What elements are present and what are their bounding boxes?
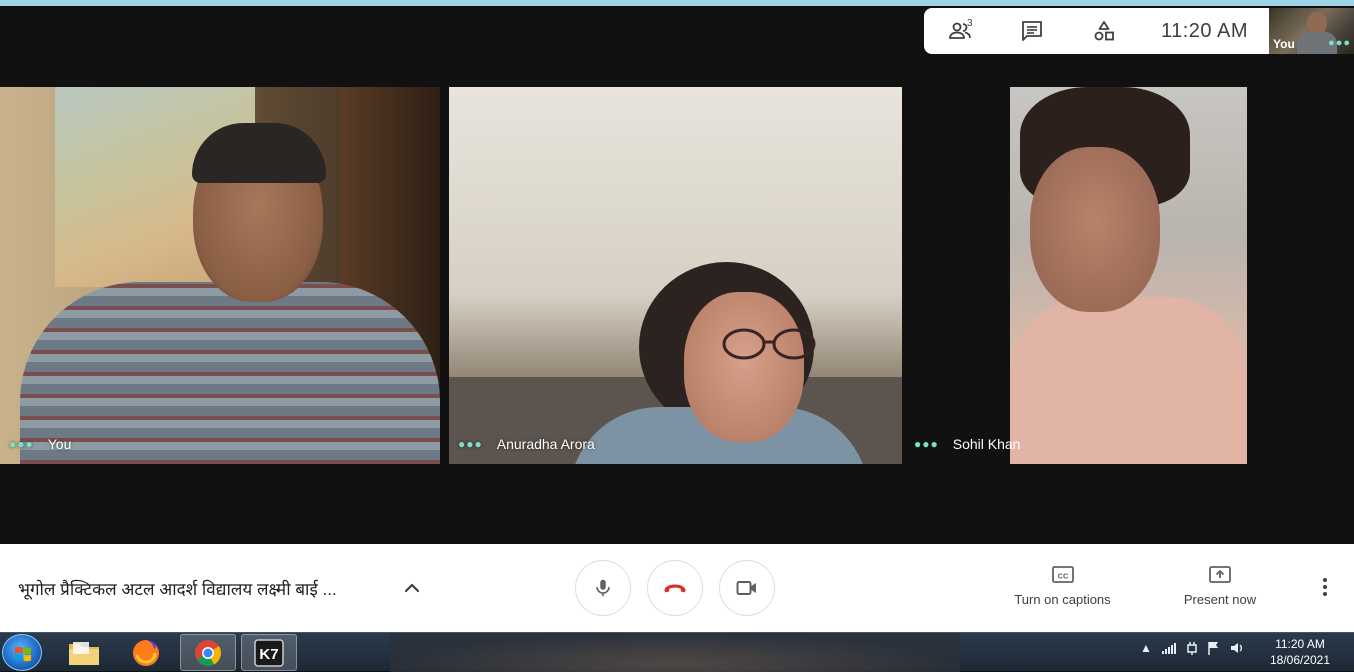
svg-text:CC: CC xyxy=(1057,572,1068,581)
tile-name-label: ●●● Sohil Khan xyxy=(914,436,1020,452)
system-tray: ▲ xyxy=(1140,641,1244,655)
participant-video-body xyxy=(20,282,440,464)
present-label: Present now xyxy=(1183,592,1257,607)
audio-indicator-icon: ●●● xyxy=(458,437,483,451)
meeting-info-bar: 3 11:20 AM xyxy=(924,8,1269,54)
chat-button[interactable] xyxy=(996,8,1068,54)
microphone-icon xyxy=(596,579,610,597)
taskbar-thumbnail-preview xyxy=(390,633,960,672)
show-hidden-icons-icon[interactable]: ▲ xyxy=(1140,641,1152,655)
glasses-image xyxy=(722,328,816,360)
svg-text:K7: K7 xyxy=(259,646,278,663)
taskbar-date: 18/06/2021 xyxy=(1269,653,1331,667)
participant-tile-anuradha-arora[interactable]: ●●● Anuradha Arora xyxy=(449,87,902,464)
taskbar-k7[interactable]: K7 xyxy=(241,634,297,671)
audio-indicator-icon: ●●● xyxy=(9,437,34,451)
camera-button[interactable] xyxy=(719,560,775,616)
folder-icon xyxy=(69,641,99,665)
chrome-icon xyxy=(195,639,222,666)
action-center-flag-icon[interactable] xyxy=(1208,641,1220,655)
power-plug-icon[interactable] xyxy=(1186,641,1198,655)
participants-button[interactable]: 3 xyxy=(924,8,996,54)
participant-video-head xyxy=(684,292,804,442)
participant-tile-sohil-khan[interactable] xyxy=(1010,87,1247,464)
participant-video-hair xyxy=(192,123,326,183)
activities-button[interactable] xyxy=(1068,8,1140,54)
shapes-icon xyxy=(1094,21,1114,41)
taskbar-time: 11:20 AM xyxy=(1275,637,1325,651)
k7-icon: K7 xyxy=(254,638,284,667)
participant-name: Sohil Khan xyxy=(952,436,1021,452)
microphone-button[interactable] xyxy=(575,560,631,616)
closed-captions-icon: CC xyxy=(1051,566,1074,583)
taskbar-chrome[interactable] xyxy=(180,634,236,671)
self-view-label: You xyxy=(1273,37,1295,51)
participants-count: 3 xyxy=(967,18,973,29)
self-view-thumbnail[interactable]: You ●●● xyxy=(1269,8,1354,54)
participant-video-body xyxy=(1010,297,1247,464)
taskbar-file-explorer[interactable] xyxy=(56,634,112,671)
meeting-title[interactable]: भूगोल प्रैक्टिकल अटल आदर्श विद्यालय लक्ष… xyxy=(18,577,388,600)
participant-tile-you[interactable]: ●●● You xyxy=(0,87,440,464)
network-signal-icon[interactable] xyxy=(1161,642,1176,654)
audio-indicator-icon: ●●● xyxy=(914,437,939,451)
chat-icon xyxy=(1022,21,1042,41)
self-view-options-icon[interactable]: ●●● xyxy=(1328,37,1351,49)
taskbar-clock[interactable]: 11:20 AM 18/06/2021 xyxy=(1262,636,1338,668)
turn-on-captions-button[interactable]: CC Turn on captions xyxy=(1005,564,1120,607)
windows-logo-icon xyxy=(15,646,31,662)
taskbar-firefox[interactable] xyxy=(118,634,174,671)
present-screen-icon xyxy=(1209,566,1231,583)
meeting-control-bar: भूगोल प्रैक्टिकल अटल आदर्श विद्यालय लक्ष… xyxy=(0,544,1354,632)
hang-up-icon xyxy=(664,584,686,593)
start-button[interactable] xyxy=(2,634,42,671)
tile-name-label: ●●● You xyxy=(9,436,71,452)
windows-taskbar: K7 ▲ 11:20 AM 18/06/2021 xyxy=(0,632,1354,672)
present-now-button[interactable]: Present now xyxy=(1175,564,1265,607)
firefox-icon xyxy=(133,639,159,666)
end-call-button[interactable] xyxy=(647,560,703,616)
participant-name: Anuradha Arora xyxy=(496,436,595,452)
more-options-icon[interactable] xyxy=(1313,575,1337,599)
meeting-clock: 11:20 AM xyxy=(1160,19,1249,42)
chevron-up-icon[interactable] xyxy=(400,576,424,600)
participant-video-head xyxy=(1030,147,1160,312)
tile-name-label: ●●● Anuradha Arora xyxy=(458,436,595,452)
participant-name: You xyxy=(47,436,72,452)
captions-label: Turn on captions xyxy=(1014,592,1111,607)
volume-icon[interactable] xyxy=(1230,641,1244,655)
video-camera-icon xyxy=(736,581,756,595)
